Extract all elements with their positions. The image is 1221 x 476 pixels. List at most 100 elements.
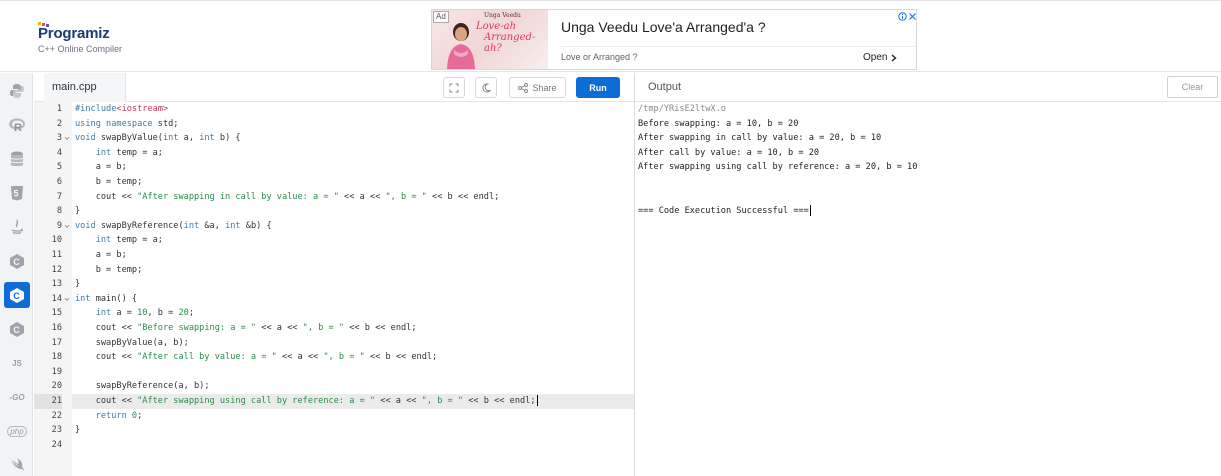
code-token: void bbox=[75, 220, 96, 231]
code-line-5[interactable]: a = b; bbox=[72, 160, 634, 175]
code-token: 10 bbox=[137, 308, 148, 319]
language-java-button[interactable] bbox=[4, 214, 30, 240]
clear-button[interactable]: Clear bbox=[1167, 76, 1218, 98]
language-csharp-button[interactable]: C bbox=[4, 316, 30, 342]
language-r-button[interactable]: R bbox=[4, 112, 30, 138]
code-line-16[interactable]: cout << "Before swapping: a = " << a << … bbox=[72, 321, 634, 336]
ad-image[interactable]: Ad Unga Veedu Love-ah Arranged-ah? bbox=[432, 10, 548, 69]
code-token: ; bbox=[137, 410, 143, 421]
line-number: 14 bbox=[51, 293, 62, 304]
language-cpp-button[interactable]: C bbox=[4, 282, 30, 308]
code-token: swapByReference(a, b); bbox=[75, 381, 210, 392]
language-swift-button[interactable] bbox=[4, 452, 30, 476]
code-token: int bbox=[199, 133, 215, 144]
ad-open-button[interactable]: Open bbox=[863, 52, 898, 63]
code-line-11[interactable]: a = b; bbox=[72, 248, 634, 263]
code-line-19[interactable] bbox=[72, 365, 634, 380]
output-line: After swapping in call by value: a = 20,… bbox=[638, 133, 882, 144]
code-token: &b) { bbox=[240, 220, 272, 231]
language-python-button[interactable] bbox=[4, 78, 30, 104]
run-button[interactable]: Run bbox=[576, 77, 620, 98]
csharp-language-icon: C bbox=[10, 321, 24, 337]
code-line-23[interactable]: } bbox=[72, 423, 634, 438]
ad-image-text-bottom: Arranged-ah? bbox=[484, 32, 536, 54]
line-number: 16 bbox=[51, 323, 62, 333]
code-line-9[interactable]: void swapByReference(int &a, int &b) { bbox=[72, 219, 634, 234]
code-line-10[interactable]: int temp = a; bbox=[72, 233, 634, 248]
code-token: a = bbox=[111, 308, 138, 319]
code-line-15[interactable]: int a = 10, b = 20; bbox=[72, 306, 634, 321]
ad-info-icon[interactable] bbox=[898, 12, 907, 21]
share-icon bbox=[518, 82, 529, 93]
language-javascript-button[interactable]: JS bbox=[4, 350, 30, 376]
code-line-18[interactable]: cout << "After call by value: a = " << a… bbox=[72, 350, 634, 365]
programiz-logo[interactable]: Programiz C++ Online Compiler bbox=[38, 19, 158, 59]
language-sql-button[interactable] bbox=[4, 146, 30, 172]
code-line-22[interactable]: return 0; bbox=[72, 409, 634, 424]
share-button[interactable]: Share bbox=[509, 77, 566, 98]
language-sidebar: R 5 C C C JS -GO php bbox=[0, 73, 33, 476]
ad-title[interactable]: Unga Veedu Love'a Arranged'a ? bbox=[561, 19, 766, 35]
code-line-1[interactable]: #include<iostream> bbox=[72, 102, 634, 117]
code-line-14[interactable]: int main() { bbox=[72, 292, 634, 307]
code-line-8[interactable]: } bbox=[72, 204, 634, 219]
code-line-12[interactable]: b = temp; bbox=[72, 263, 634, 278]
fold-chevron-icon[interactable] bbox=[63, 219, 71, 234]
code-line-24[interactable] bbox=[72, 438, 634, 453]
output-title: Output bbox=[648, 81, 682, 93]
fold-chevron-icon[interactable] bbox=[63, 131, 71, 146]
code-line-4[interactable]: int temp = a; bbox=[72, 146, 634, 161]
fullscreen-button[interactable] bbox=[443, 77, 465, 98]
code-token: swapByValue( bbox=[95, 133, 163, 144]
go-icon: -GO bbox=[9, 392, 25, 402]
code-line-2[interactable]: using namespace std; bbox=[72, 117, 634, 132]
language-php-button[interactable]: php bbox=[4, 418, 30, 444]
code-line-17[interactable]: swapByValue(a, b); bbox=[72, 336, 634, 351]
code-token: << b << endl; bbox=[344, 323, 417, 333]
ad-close-icon[interactable] bbox=[908, 12, 917, 21]
code-line-13[interactable]: } bbox=[72, 277, 634, 292]
line-number: 17 bbox=[51, 337, 62, 348]
code-token: swapByValue(a, b); bbox=[75, 337, 189, 348]
output-line: Before swapping: a = 10, b = 20 bbox=[638, 118, 799, 129]
code-line-6[interactable]: b = temp; bbox=[72, 175, 634, 190]
file-tab-label: main.cpp bbox=[52, 81, 97, 93]
code-line-20[interactable]: swapByReference(a, b); bbox=[72, 379, 634, 394]
code-line-21-active[interactable]: cout << "After swapping using call by re… bbox=[72, 394, 634, 409]
file-tab-main-cpp[interactable]: main.cpp bbox=[44, 73, 126, 102]
python-icon bbox=[10, 84, 24, 98]
line-number: 5 bbox=[56, 162, 62, 173]
code-token: ", b = " bbox=[385, 191, 427, 202]
code-token: << b << endl; bbox=[426, 191, 500, 202]
code-token: int bbox=[225, 220, 241, 231]
line-number: 13 bbox=[51, 279, 62, 290]
output-line: After swapping using call by reference: … bbox=[638, 162, 918, 173]
output-console[interactable]: /tmp/YRisE2ltwX.o Before swapping: a = 1… bbox=[635, 102, 1221, 476]
code-editor[interactable]: #include<iostream> using namespace std; … bbox=[72, 102, 634, 476]
code-line-7[interactable]: cout << "After swapping in call by value… bbox=[72, 190, 634, 205]
line-number: 11 bbox=[51, 250, 62, 260]
logo-subtitle: C++ Online Compiler bbox=[38, 44, 123, 54]
language-go-button[interactable]: -GO bbox=[4, 384, 30, 410]
language-html-button[interactable]: 5 bbox=[4, 180, 30, 206]
fold-chevron-icon[interactable] bbox=[63, 292, 71, 307]
theme-toggle-button[interactable] bbox=[475, 77, 497, 98]
advertisement-banner[interactable]: Ad Unga Veedu Love-ah Arranged-ah? Unga … bbox=[431, 9, 917, 70]
code-token: << a << bbox=[375, 396, 422, 406]
code-token: << b << endl; bbox=[364, 352, 438, 363]
cpp-language-icon: C bbox=[10, 287, 24, 303]
output-cursor bbox=[809, 205, 811, 217]
language-c-button[interactable]: C bbox=[4, 248, 30, 274]
clear-label: Clear bbox=[1181, 82, 1204, 92]
editor-header: main.cpp Share Run bbox=[34, 73, 634, 102]
line-number: 15 bbox=[51, 308, 62, 319]
code-token: a = b; bbox=[75, 250, 127, 260]
ad-choices[interactable] bbox=[898, 12, 917, 21]
code-token: std; bbox=[152, 118, 179, 129]
svg-text:5: 5 bbox=[14, 189, 19, 199]
html5-icon: 5 bbox=[11, 186, 23, 201]
svg-text:C: C bbox=[13, 257, 20, 267]
code-line-3[interactable]: void swapByValue(int a, int b) { bbox=[72, 131, 634, 146]
line-number: 9 bbox=[56, 220, 62, 231]
line-number: 24 bbox=[51, 439, 62, 450]
